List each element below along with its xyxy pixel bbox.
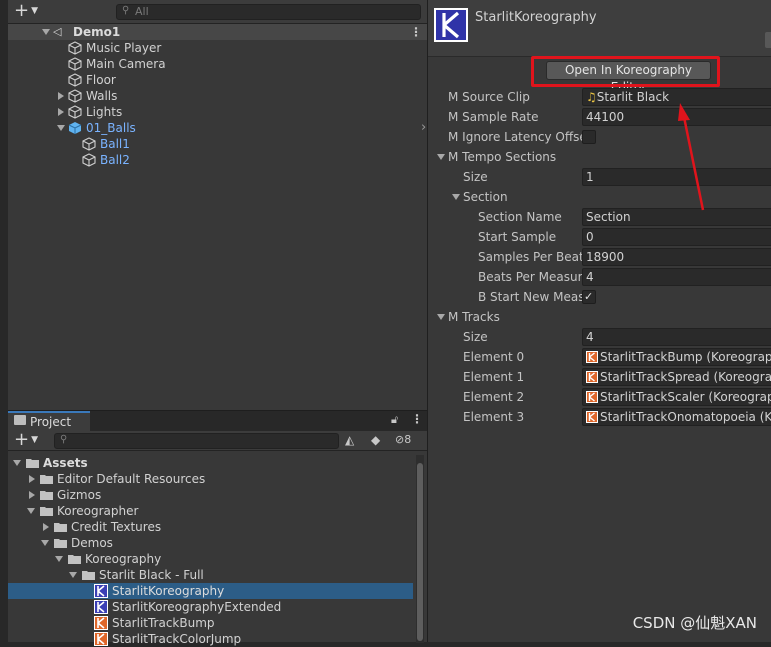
gameobject-cube-icon — [68, 89, 82, 103]
panel-menu-icon[interactable]: ⋮ — [411, 412, 423, 426]
search-by-type-icon[interactable]: ◭ — [345, 433, 354, 447]
koreography-asset-icon — [94, 584, 108, 598]
folder-icon — [54, 523, 67, 532]
folder-open-icon — [40, 507, 53, 516]
expand-arrow-icon[interactable] — [42, 29, 50, 35]
project-scrollbar[interactable] — [416, 455, 424, 643]
gameobject-cube-icon — [68, 105, 82, 119]
expand-arrow-icon[interactable] — [41, 540, 49, 546]
folder-icon — [40, 491, 53, 500]
dropdown-arrow-icon: ▼ — [31, 435, 39, 445]
hierarchy-search-input[interactable]: ⚲ All — [116, 4, 421, 20]
create-button[interactable]: + ▼ — [14, 1, 44, 21]
project-item-label: Koreographer — [57, 504, 139, 518]
project-item-label: Gizmos — [57, 488, 102, 502]
hidden-packages-toggle[interactable]: ⊘8 — [395, 433, 411, 446]
expand-arrow-icon[interactable] — [43, 523, 49, 531]
tab-label: Project — [30, 415, 72, 429]
project-item-label: StarlitKoreographyExtended — [112, 600, 282, 614]
search-by-label-icon[interactable]: ◆ — [371, 433, 380, 447]
expand-arrow-icon[interactable] — [57, 125, 65, 131]
hierarchy-item-label: Music Player — [86, 41, 162, 55]
hierarchy-item-label: Floor — [86, 73, 116, 87]
project-item-label: StarlitTrackBump — [112, 616, 215, 630]
expand-arrow-icon[interactable] — [29, 491, 35, 499]
watermark: CSDN @仙魁XAN — [632, 614, 757, 632]
project-panel: Project 🔓︎ ⋮ + ▼ ⚲ ◭ ◆ ⊘8 Assets Editor D… — [8, 410, 427, 646]
folder-open-icon — [68, 555, 81, 564]
scene-row[interactable]: ◁ Demo1 ⋮ — [8, 24, 427, 40]
dropdown-arrow-icon: ▼ — [31, 6, 39, 16]
project-asset-selected[interactable]: StarlitKoreography — [8, 583, 413, 599]
project-toolbar: + ▼ ⚲ ◭ ◆ ⊘8 — [8, 430, 427, 451]
folder-open-icon — [54, 539, 67, 548]
hierarchy-item-label: Ball2 — [100, 153, 130, 167]
expand-arrow-icon[interactable] — [69, 572, 77, 578]
expand-arrow-icon[interactable] — [58, 108, 64, 116]
expand-arrow-icon[interactable] — [29, 475, 35, 483]
project-item-label: Credit Textures — [71, 520, 162, 534]
folder-open-icon — [26, 459, 39, 468]
plus-icon: + — [14, 429, 30, 450]
hierarchy-item-label: 01_Balls — [86, 121, 136, 135]
hierarchy-toolbar: + ▼ ⚲ All — [8, 0, 427, 24]
project-tabbar: Project 🔓︎ ⋮ — [8, 411, 427, 431]
hierarchy-item-label: Lights — [86, 105, 123, 119]
project-item-label: Koreography — [85, 552, 162, 566]
scrollbar-thumb[interactable] — [417, 463, 423, 641]
folder-icon — [14, 415, 26, 425]
hierarchy-item-label: Main Camera — [86, 57, 166, 71]
expand-arrow-icon[interactable] — [13, 460, 21, 466]
prefab-cube-icon — [68, 122, 82, 134]
gameobject-cube-icon — [82, 137, 96, 151]
project-item-label: Demos — [71, 536, 113, 550]
project-folder-assets[interactable]: Assets — [8, 455, 413, 471]
chevron-right-icon[interactable]: › — [421, 120, 426, 136]
expand-arrow-icon[interactable] — [27, 508, 35, 514]
hidden-count: 8 — [404, 433, 412, 446]
project-item-label: Starlit Black - Full — [99, 568, 204, 582]
search-icon: ⚲ — [122, 5, 130, 16]
hierarchy-item-prefab[interactable]: 01_Balls › — [56, 120, 427, 136]
inspector-panel: StarlitKoreography Open In Koreography E… — [427, 0, 771, 642]
koreography-asset-icon — [94, 600, 108, 614]
search-placeholder: All — [135, 5, 149, 18]
gameobject-cube-icon — [68, 73, 82, 87]
project-item-label: Assets — [43, 456, 88, 470]
tab-project[interactable]: Project — [8, 411, 90, 431]
koreography-track-icon — [94, 616, 108, 630]
eye-slash-icon: ⊘ — [395, 433, 405, 446]
scene-name: Demo1 — [73, 25, 121, 39]
hierarchy-panel: + ▼ ⚲ All ◁ Demo1 ⋮ Music Player Main Cam… — [8, 0, 427, 410]
gameobject-cube-icon — [68, 41, 82, 55]
hierarchy-item-label: Ball1 — [100, 137, 130, 151]
create-asset-button[interactable]: + ▼ — [14, 430, 38, 450]
gameobject-cube-icon — [68, 57, 82, 71]
search-icon: ⚲ — [60, 434, 68, 445]
folder-icon — [40, 475, 53, 484]
plus-icon: + — [14, 0, 30, 21]
koreography-track-icon — [94, 632, 108, 646]
unity-scene-icon: ◁ — [53, 25, 62, 38]
project-item-label: StarlitTrackColorJump — [112, 632, 242, 646]
scene-menu-icon[interactable]: ⋮ — [410, 24, 422, 40]
gameobject-cube-icon — [82, 153, 96, 167]
expand-arrow-icon[interactable] — [58, 92, 64, 100]
project-item-label: StarlitKoreography — [112, 584, 225, 598]
annotation-arrow — [678, 103, 705, 211]
lock-icon[interactable]: 🔓︎ — [391, 413, 398, 427]
expand-arrow-icon[interactable] — [55, 556, 63, 562]
project-item-label: Editor Default Resources — [57, 472, 206, 486]
hierarchy-item-label: Walls — [86, 89, 118, 103]
folder-open-icon — [82, 571, 95, 580]
project-search-input[interactable]: ⚲ — [54, 433, 339, 449]
